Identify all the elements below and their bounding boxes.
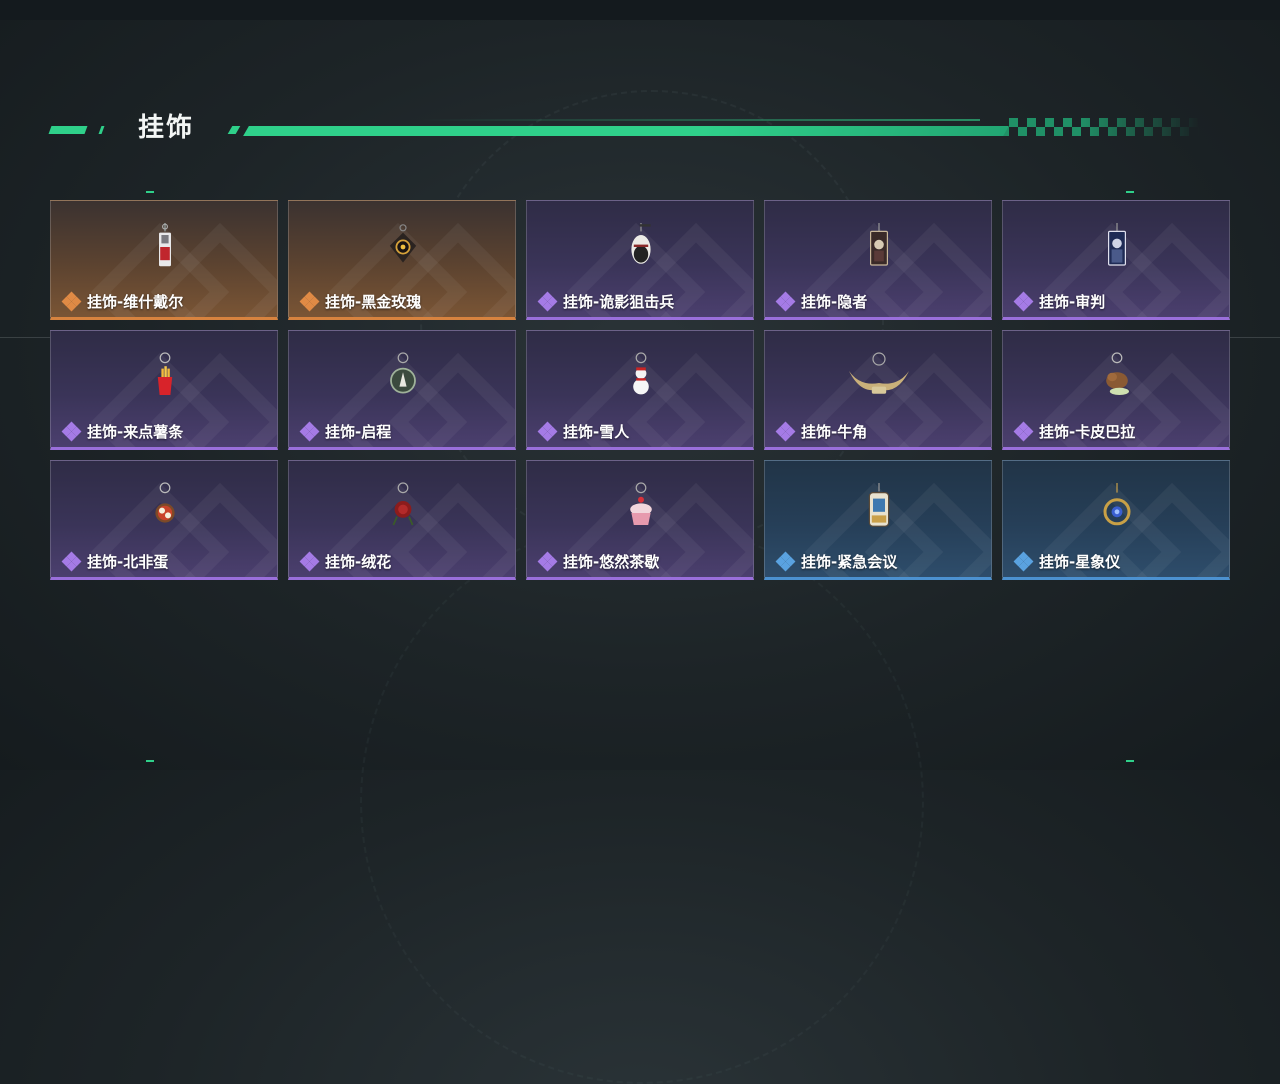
rarity-diamond-icon (1013, 421, 1034, 441)
fries-keychain-icon (157, 352, 173, 395)
rarity-diamond-icon (1013, 291, 1034, 311)
item-label-row: 挂饰-审判 (1013, 291, 1106, 312)
item-label-row: 挂饰-来点薯条 (61, 421, 184, 442)
judgement-card-keychain-icon (1108, 223, 1126, 266)
item-card[interactable]: 挂饰-隐者 (764, 200, 992, 320)
side-divider (0, 337, 50, 338)
item-grid: 挂饰-维什戴尔 挂饰-黑金玫瑰 挂饰-诡影狙击兵 挂饰-隐者 挂饰-审判 挂饰-来点薯条挂… (50, 200, 1230, 580)
item-label-row: 挂饰-悠然茶歇 (537, 551, 660, 572)
sniper-figure-keychain-icon (631, 223, 651, 264)
top-bar (0, 0, 1280, 20)
tag-keychain-icon (159, 223, 171, 267)
background-ring (360, 520, 924, 1084)
rarity-diamond-icon (61, 421, 82, 441)
item-label-row: 挂饰-北非蛋 (61, 551, 169, 572)
item-label-row: 挂饰-星象仪 (1013, 551, 1121, 572)
item-card[interactable]: 挂饰-星象仪 (1002, 460, 1230, 580)
corner-marker (146, 760, 154, 762)
item-name: 挂饰-来点薯条 (87, 423, 184, 441)
item-card[interactable]: 挂饰-北非蛋 (50, 460, 278, 580)
item-name: 挂饰-卡皮巴拉 (1039, 423, 1136, 441)
item-card[interactable]: 挂饰-牛角 (764, 330, 992, 450)
item-card[interactable]: 挂饰-来点薯条 (50, 330, 278, 450)
rarity-diamond-icon (299, 421, 320, 441)
item-name: 挂饰-隐者 (801, 293, 868, 311)
rarity-diamond-icon (537, 291, 558, 311)
shakshuka-keychain-icon (155, 482, 175, 523)
cupcake-keychain-icon (630, 482, 652, 525)
item-name: 挂饰-启程 (325, 423, 392, 441)
item-name: 挂饰-北非蛋 (87, 553, 169, 571)
meeting-badge-keychain-icon (868, 483, 890, 527)
item-name: 挂饰-雪人 (563, 423, 630, 441)
header-accent-bar (227, 126, 241, 134)
side-divider (1230, 337, 1280, 338)
item-label-row: 挂饰-卡皮巴拉 (1013, 421, 1136, 442)
item-card[interactable]: 挂饰-诡影狙击兵 (526, 200, 754, 320)
item-name: 挂饰-审判 (1039, 293, 1106, 311)
rarity-diamond-icon (775, 291, 796, 311)
item-label-row: 挂饰-牛角 (775, 421, 868, 442)
snowman-keychain-icon (633, 352, 649, 395)
item-name: 挂饰-绒花 (325, 553, 392, 571)
hermit-card-keychain-icon (870, 223, 888, 266)
velvet-flower-keychain-icon (392, 482, 414, 526)
item-label-row: 挂饰-诡影狙击兵 (537, 291, 675, 312)
header-checker-pattern (1000, 118, 1200, 136)
item-card[interactable]: 挂饰-启程 (288, 330, 516, 450)
rarity-diamond-icon (1013, 551, 1034, 571)
item-name: 挂饰-星象仪 (1039, 553, 1121, 571)
capybara-keychain-icon (1106, 352, 1129, 395)
corner-marker (146, 191, 154, 193)
item-label-row: 挂饰-维什戴尔 (61, 291, 184, 312)
item-card[interactable]: 挂饰-审判 (1002, 200, 1230, 320)
rarity-diamond-icon (775, 421, 796, 441)
corner-marker (1126, 760, 1134, 762)
rarity-diamond-icon (61, 551, 82, 571)
item-label-row: 挂饰-绒花 (299, 551, 392, 572)
item-label-row: 挂饰-雪人 (537, 421, 630, 442)
header-progress-bar (243, 126, 1009, 136)
item-card[interactable]: 挂饰-悠然茶歇 (526, 460, 754, 580)
rarity-diamond-icon (537, 421, 558, 441)
item-label-row: 挂饰-紧急会议 (775, 551, 898, 572)
section-header: 挂饰 (48, 112, 1210, 148)
item-name: 挂饰-诡影狙击兵 (563, 293, 675, 311)
rarity-diamond-icon (61, 291, 82, 311)
item-label-row: 挂饰-启程 (299, 421, 392, 442)
item-card[interactable]: 挂饰-黑金玫瑰 (288, 200, 516, 320)
rarity-diamond-icon (299, 551, 320, 571)
medal-keychain-icon (390, 352, 416, 394)
corner-marker (1126, 191, 1134, 193)
item-name: 挂饰-悠然茶歇 (563, 553, 660, 571)
astrolabe-keychain-icon (1103, 483, 1131, 526)
item-name: 挂饰-黑金玫瑰 (325, 293, 422, 311)
rarity-diamond-icon (537, 551, 558, 571)
header-accent-bar (48, 126, 88, 134)
item-label-row: 挂饰-黑金玫瑰 (299, 291, 422, 312)
rarity-diamond-icon (299, 291, 320, 311)
item-name: 挂饰-牛角 (801, 423, 868, 441)
black-rose-keychain-icon (389, 224, 417, 263)
item-card[interactable]: 挂饰-紧急会议 (764, 460, 992, 580)
item-card[interactable]: 挂饰-维什戴尔 (50, 200, 278, 320)
rarity-diamond-icon (775, 551, 796, 571)
item-card[interactable]: 挂饰-卡皮巴拉 (1002, 330, 1230, 450)
item-name: 挂饰-维什戴尔 (87, 293, 184, 311)
header-thin-line (420, 119, 980, 121)
item-card[interactable]: 挂饰-绒花 (288, 460, 516, 580)
header-accent-bar (98, 126, 105, 134)
item-card[interactable]: 挂饰-雪人 (526, 330, 754, 450)
item-name: 挂饰-紧急会议 (801, 553, 898, 571)
item-label-row: 挂饰-隐者 (775, 291, 868, 312)
page-title: 挂饰 (138, 113, 195, 143)
horns-keychain-icon (849, 352, 909, 394)
